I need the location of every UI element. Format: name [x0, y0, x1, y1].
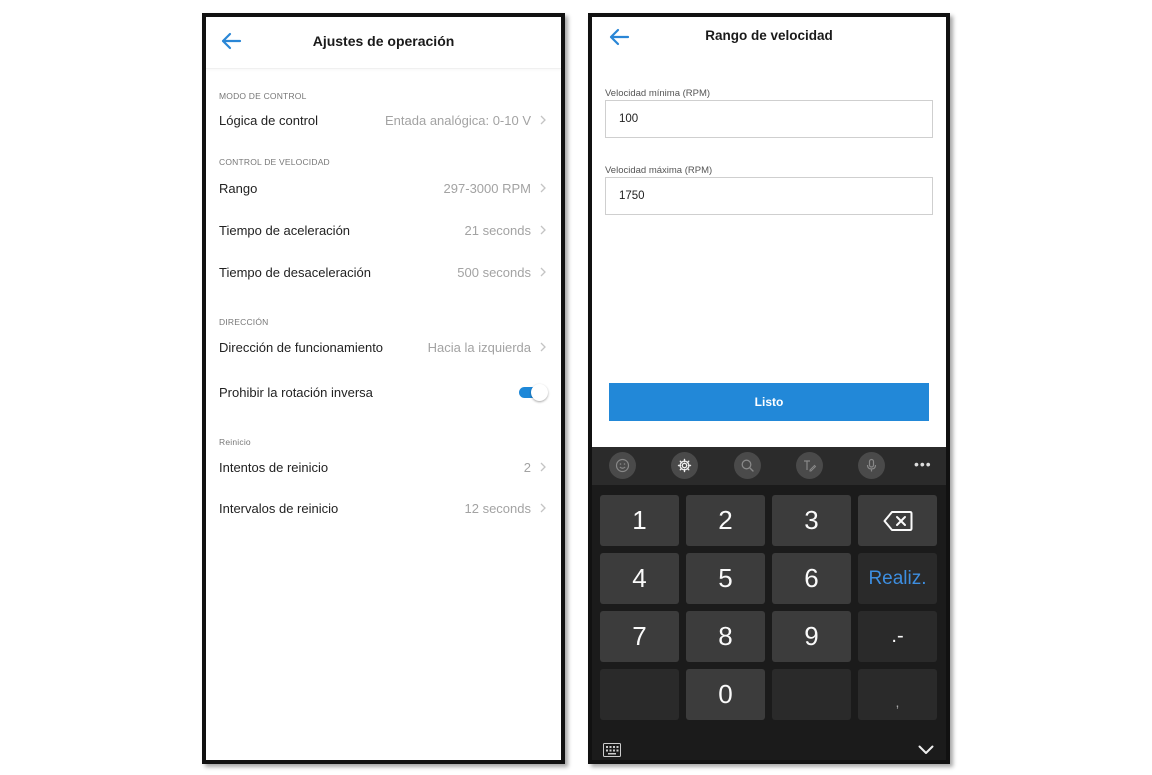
- blank-key-left: [600, 669, 679, 720]
- section-header-direction: DIRECCIÓN: [219, 317, 269, 327]
- more-icon[interactable]: •••: [914, 457, 932, 471]
- chevron-right-icon: [540, 462, 546, 472]
- chevron-right-icon: [540, 342, 546, 352]
- chevron-down-icon[interactable]: [918, 745, 934, 755]
- prohibit-reverse-row: Prohibir la rotación inversa: [206, 367, 561, 417]
- settings-icon[interactable]: [671, 452, 698, 479]
- page-title: Rango de velocidad: [705, 28, 833, 43]
- restart-intervals-row[interactable]: Intervalos de reinicio 12 seconds: [206, 487, 561, 529]
- acceleration-time-row[interactable]: Tiempo de aceleración 21 seconds: [206, 209, 561, 251]
- header: Rango de velocidad: [592, 17, 946, 61]
- operation-settings-screen: Ajustes de operación MODO DE CONTROL Lóg…: [202, 13, 565, 764]
- run-direction-row[interactable]: Dirección de funcionamiento Hacia la izq…: [206, 327, 561, 367]
- handwriting-icon[interactable]: [796, 452, 823, 479]
- emoji-icon[interactable]: [609, 452, 636, 479]
- row-value: Hacia la izquierda: [427, 339, 531, 355]
- search-icon[interactable]: [734, 452, 761, 479]
- range-row[interactable]: Rango 297-3000 RPM: [206, 167, 561, 209]
- blank-key-right: [772, 669, 851, 720]
- row-label: Lógica de control: [219, 112, 319, 128]
- row-label: Tiempo de aceleración: [219, 222, 351, 238]
- key-5[interactable]: 5: [686, 553, 765, 604]
- key-4[interactable]: 4: [600, 553, 679, 604]
- chevron-right-icon: [540, 183, 546, 193]
- key-3[interactable]: 3: [772, 495, 851, 546]
- row-label: Intentos de reinicio: [219, 459, 329, 475]
- done-button[interactable]: Listo: [609, 383, 929, 421]
- deceleration-time-row[interactable]: Tiempo de desaceleración 500 seconds: [206, 251, 561, 293]
- row-value: 297-3000 RPM: [443, 180, 531, 196]
- max-speed-input[interactable]: [605, 177, 933, 215]
- max-speed-label: Velocidad máxima (RPM): [605, 165, 713, 176]
- section-header-restart: Reinicio: [219, 437, 251, 447]
- key-6[interactable]: 6: [772, 553, 851, 604]
- key-7[interactable]: 7: [600, 611, 679, 662]
- row-value: 12 seconds: [464, 500, 532, 516]
- chevron-right-icon: [540, 267, 546, 277]
- backspace-key[interactable]: [858, 495, 937, 546]
- done-key[interactable]: Realiz.: [858, 553, 937, 604]
- key-8[interactable]: 8: [686, 611, 765, 662]
- section-header-control-mode: MODO DE CONTROL: [219, 91, 307, 101]
- chevron-right-icon: [540, 503, 546, 513]
- page-title: Ajustes de operación: [312, 33, 455, 49]
- chevron-right-icon: [540, 115, 546, 125]
- speed-range-screen: Rango de velocidad Velocidad mínima (RPM…: [588, 13, 950, 764]
- key-2[interactable]: 2: [686, 495, 765, 546]
- min-speed-input[interactable]: [605, 100, 933, 138]
- control-logic-row[interactable]: Lógica de control Entada analógica: 0-10…: [206, 101, 561, 139]
- key-0[interactable]: 0: [686, 669, 765, 720]
- dot-minus-key[interactable]: .-: [858, 611, 937, 662]
- min-speed-label: Velocidad mínima (RPM): [605, 88, 711, 99]
- row-value: 21 seconds: [464, 222, 532, 238]
- row-value: Entada analógica: 0-10 V: [385, 112, 531, 128]
- row-label: Dirección de funcionamiento: [219, 339, 384, 355]
- backspace-icon: [883, 510, 912, 531]
- numeric-keyboard: ••• 1 2 3 4 5 6 Realiz. 7 8 9 .- 0 ,: [592, 447, 946, 760]
- prohibit-reverse-toggle[interactable]: [519, 384, 548, 401]
- row-value: 2: [523, 459, 531, 475]
- keyboard-switch-icon[interactable]: [603, 743, 621, 757]
- row-label: Tiempo de desaceleración: [219, 264, 371, 280]
- row-value: 500 seconds: [457, 264, 531, 280]
- section-header-speed-control: CONTROL DE VELOCIDAD: [219, 157, 330, 167]
- comma-key[interactable]: ,: [858, 669, 937, 720]
- row-label: Intervalos de reinicio: [219, 500, 339, 516]
- key-9[interactable]: 9: [772, 611, 851, 662]
- restart-attempts-row[interactable]: Intentos de reinicio 2: [206, 447, 561, 487]
- header: Ajustes de operación: [206, 17, 561, 69]
- chevron-right-icon: [540, 225, 546, 235]
- microphone-icon[interactable]: [858, 452, 885, 479]
- keyboard-toolbar: •••: [592, 447, 946, 485]
- toggle-knob: [531, 384, 548, 401]
- row-label: Prohibir la rotación inversa: [219, 384, 373, 400]
- key-1[interactable]: 1: [600, 495, 679, 546]
- row-label: Rango: [219, 180, 258, 196]
